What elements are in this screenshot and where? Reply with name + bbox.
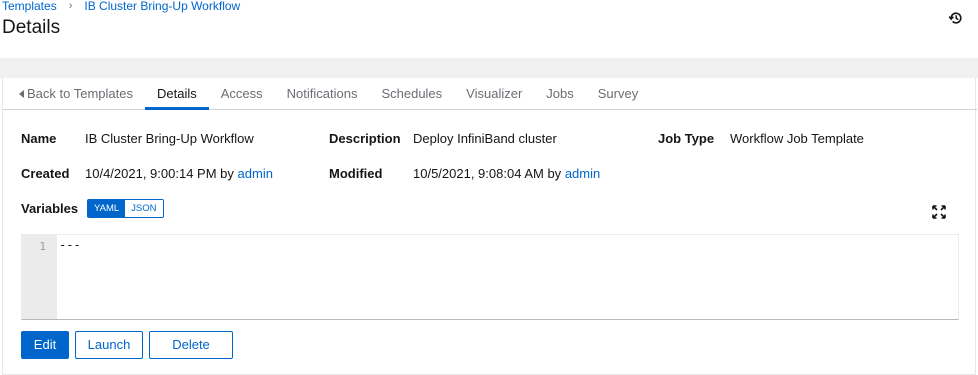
json-toggle-button[interactable]: JSON: [125, 200, 163, 217]
modified-by-word: by: [547, 166, 562, 181]
variables-code-editor[interactable]: 1 ---: [21, 234, 959, 320]
job-type-label: Job Type: [658, 131, 715, 146]
breadcrumb-templates-link[interactable]: Templates: [2, 0, 57, 13]
name-label: Name: [21, 131, 57, 146]
description-label: Description: [329, 131, 401, 146]
created-value: 10/4/2021, 9:00:14 PM by admin: [85, 166, 273, 182]
page-header: Templates › IB Cluster Bring-Up Workflow…: [0, 0, 978, 58]
modified-date: 10/5/2021, 9:08:04 AM: [413, 166, 544, 181]
caret-left-icon: [19, 90, 24, 98]
code-line: ---: [59, 238, 81, 252]
description-value: Deploy InfiniBand cluster: [413, 131, 557, 146]
tab-back-to-templates[interactable]: Back to Templates: [9, 78, 145, 109]
modified-value: 10/5/2021, 9:08:04 AM by admin: [413, 166, 600, 182]
line-number: 1: [39, 240, 46, 253]
job-type-value: Workflow Job Template: [730, 131, 864, 146]
tab-jobs[interactable]: Jobs: [534, 78, 585, 109]
breadcrumb: Templates › IB Cluster Bring-Up Workflow: [2, 0, 240, 13]
tab-label: Survey: [597, 86, 639, 101]
tab-access[interactable]: Access: [209, 78, 275, 109]
tab-label: Back to Templates: [27, 86, 133, 101]
tab-visualizer[interactable]: Visualizer: [454, 78, 534, 109]
variables-label: Variables: [21, 201, 79, 216]
tab-schedules[interactable]: Schedules: [369, 78, 454, 109]
created-date: 10/4/2021, 9:00:14 PM: [85, 166, 217, 181]
tab-survey[interactable]: Survey: [586, 78, 650, 109]
breadcrumb-separator-icon: ›: [68, 0, 73, 12]
yaml-toggle-button[interactable]: YAML: [88, 200, 126, 217]
launch-button[interactable]: Launch: [75, 331, 143, 359]
tab-label: Details: [156, 86, 197, 101]
details-card: Back to Templates Details Access Notific…: [2, 78, 977, 375]
variables-format-toggle: YAML JSON: [87, 199, 164, 218]
history-icon[interactable]: [947, 9, 965, 27]
created-label: Created: [21, 166, 70, 181]
tab-bar: Back to Templates Details Access Notific…: [3, 78, 977, 110]
expand-icon[interactable]: [932, 205, 946, 219]
modified-label: Modified: [329, 166, 383, 181]
tab-label: Access: [220, 86, 263, 101]
tab-notifications[interactable]: Notifications: [275, 78, 370, 109]
header-divider-band: [0, 58, 978, 78]
created-by-word: by: [220, 166, 234, 181]
page-title: Details: [2, 17, 61, 38]
editor-gutter: 1: [22, 235, 57, 319]
tab-label: Schedules: [381, 86, 443, 101]
modified-by-user-link[interactable]: admin: [565, 166, 600, 181]
tab-label: Notifications: [286, 86, 358, 101]
name-value: IB Cluster Bring-Up Workflow: [85, 131, 254, 146]
delete-button[interactable]: Delete: [149, 331, 233, 359]
breadcrumb-current-link[interactable]: IB Cluster Bring-Up Workflow: [84, 0, 240, 13]
tab-details[interactable]: Details: [144, 78, 209, 110]
tab-label: Jobs: [546, 86, 574, 101]
created-by-user-link[interactable]: admin: [238, 166, 273, 181]
edit-button[interactable]: Edit: [21, 331, 69, 359]
tab-label: Visualizer: [466, 86, 523, 101]
